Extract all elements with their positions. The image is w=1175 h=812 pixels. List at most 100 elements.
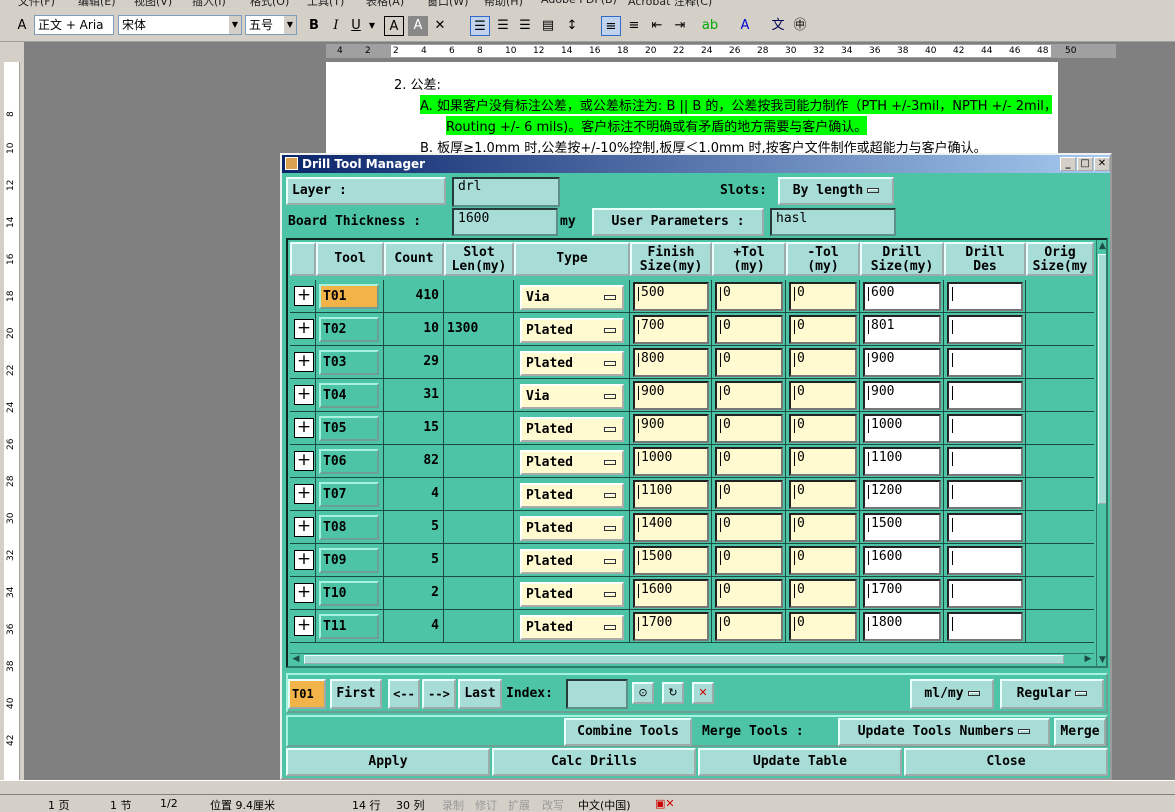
styles-pane-icon[interactable]: A (12, 16, 32, 36)
drill-des-field[interactable] (947, 513, 1023, 542)
tool-button[interactable]: T11 (319, 614, 379, 639)
enclose-char-icon[interactable]: ㊥ (790, 16, 810, 36)
status-overtype[interactable]: 改写 (542, 797, 564, 812)
status-record[interactable]: 录制 (442, 797, 464, 812)
highlight-icon[interactable]: ab (700, 16, 720, 36)
status-extend[interactable]: 扩展 (508, 797, 530, 812)
apply-button[interactable]: Apply (286, 748, 490, 776)
plus-tol-field[interactable]: 0 (715, 348, 783, 377)
minus-tol-field[interactable]: 0 (789, 381, 857, 410)
horizontal-scroll-thumb[interactable] (304, 655, 1064, 664)
style-combo[interactable]: 正文 + Aria (34, 15, 114, 35)
menu-item[interactable]: 插入(I) (192, 0, 226, 8)
char-shading-icon[interactable]: A (408, 16, 428, 36)
status-track[interactable]: 修订 (475, 797, 497, 812)
distributed-icon[interactable]: ▤ (538, 16, 558, 36)
plus-tol-field[interactable]: 0 (715, 381, 783, 410)
minus-tol-field[interactable]: 0 (789, 612, 857, 641)
drill-des-field[interactable] (947, 282, 1023, 311)
drill-des-field[interactable] (947, 414, 1023, 443)
menu-item[interactable]: 表格(A) (366, 0, 404, 8)
menu-item[interactable]: 编辑(E) (78, 0, 116, 8)
drill-size-field[interactable]: 801 (863, 315, 941, 344)
slots-option-menu[interactable]: By length (778, 177, 894, 205)
drill-size-field[interactable]: 1600 (863, 546, 941, 575)
finish-size-field[interactable]: 800 (633, 348, 709, 377)
minus-tol-field[interactable]: 0 (789, 513, 857, 542)
row-select-icon[interactable]: + (294, 484, 314, 504)
type-option-menu[interactable]: Via (520, 384, 624, 409)
tool-button[interactable]: T05 (319, 416, 379, 441)
drill-size-field[interactable]: 1100 (863, 447, 941, 476)
scroll-down-icon[interactable]: ▼ (1097, 654, 1106, 666)
plus-tol-field[interactable]: 0 (715, 447, 783, 476)
plus-tol-field[interactable]: 0 (715, 282, 783, 311)
plus-tol-field[interactable]: 0 (715, 513, 783, 542)
drill-size-field[interactable]: 900 (863, 381, 941, 410)
layer-field[interactable]: drl (452, 177, 560, 207)
close-button[interactable]: Close (904, 748, 1108, 776)
menu-item[interactable]: Adobe PDF(B) (541, 0, 617, 6)
delete-icon[interactable]: ✕ (692, 682, 714, 704)
font-size-combo[interactable]: 五号 ▼ (245, 15, 297, 35)
bold-icon[interactable]: B (304, 16, 324, 36)
font-color-icon[interactable]: A (735, 16, 755, 36)
finish-size-field[interactable]: 1100 (633, 480, 709, 509)
align-right-icon[interactable]: ☰ (515, 16, 535, 36)
row-select-icon[interactable]: + (294, 418, 314, 438)
menu-item[interactable]: Acrobat 注释(C) (628, 0, 712, 8)
minus-tol-field[interactable]: 0 (789, 414, 857, 443)
menu-item[interactable]: 格式(O) (250, 0, 289, 8)
tool-button[interactable]: T09 (319, 548, 379, 573)
align-justify-icon[interactable]: ☰ (470, 16, 490, 36)
decrease-indent-icon[interactable]: ⇤ (647, 16, 667, 36)
last-button[interactable]: Last (458, 679, 502, 709)
minimize-icon[interactable]: _ (1060, 157, 1076, 171)
word-horizontal-scrollbar[interactable] (0, 780, 1175, 794)
prev-button[interactable]: <-- (388, 679, 420, 709)
char-scale-icon[interactable]: ✕ (430, 16, 450, 36)
tool-button[interactable]: T01 (319, 284, 379, 309)
finish-size-field[interactable]: 1500 (633, 546, 709, 575)
char-border-icon[interactable]: A (384, 16, 404, 36)
finish-size-field[interactable]: 700 (633, 315, 709, 344)
drill-des-field[interactable] (947, 480, 1023, 509)
minus-tol-field[interactable]: 0 (789, 480, 857, 509)
first-button[interactable]: First (330, 679, 382, 709)
finish-size-field[interactable]: 900 (633, 381, 709, 410)
type-option-menu[interactable]: Plated (520, 615, 624, 640)
menu-item[interactable]: 视图(V) (134, 0, 172, 8)
italic-icon[interactable]: I (326, 16, 346, 36)
minus-tol-field[interactable]: 0 (789, 546, 857, 575)
finish-size-field[interactable]: 500 (633, 282, 709, 311)
finish-size-field[interactable]: 1400 (633, 513, 709, 542)
zoom-icon[interactable]: ⊙ (632, 682, 654, 704)
drill-size-field[interactable]: 1500 (863, 513, 941, 542)
next-button[interactable]: --> (422, 679, 456, 709)
drill-des-field[interactable] (947, 579, 1023, 608)
finish-size-field[interactable]: 1600 (633, 579, 709, 608)
minus-tol-field[interactable]: 0 (789, 348, 857, 377)
dtm-titlebar[interactable]: Drill Tool Manager _ □ ✕ (282, 155, 1110, 173)
merge-option-menu[interactable]: Update Tools Numbers (838, 718, 1050, 746)
row-select-icon[interactable]: + (294, 352, 314, 372)
scroll-right-icon[interactable]: ▶ (1082, 654, 1094, 665)
finish-size-field[interactable]: 1700 (633, 612, 709, 641)
type-option-menu[interactable]: Plated (520, 516, 624, 541)
drill-des-field[interactable] (947, 381, 1023, 410)
phonetic-guide-icon[interactable]: 文 (768, 16, 788, 36)
type-option-menu[interactable]: Plated (520, 318, 624, 343)
type-option-menu[interactable]: Plated (520, 450, 624, 475)
merge-button[interactable]: Merge (1054, 718, 1106, 746)
row-select-icon[interactable]: + (294, 319, 314, 339)
index-field[interactable] (566, 679, 628, 709)
layer-label[interactable]: Layer : (286, 177, 446, 205)
minus-tol-field[interactable]: 0 (789, 315, 857, 344)
row-select-icon[interactable]: + (294, 616, 314, 636)
increase-indent-icon[interactable]: ⇥ (670, 16, 690, 36)
font-combo[interactable]: 宋体 ▼ (118, 15, 242, 35)
type-option-menu[interactable]: Plated (520, 351, 624, 376)
tool-button[interactable]: T02 (319, 317, 379, 342)
tool-button[interactable]: T08 (319, 515, 379, 540)
plus-tol-field[interactable]: 0 (715, 579, 783, 608)
